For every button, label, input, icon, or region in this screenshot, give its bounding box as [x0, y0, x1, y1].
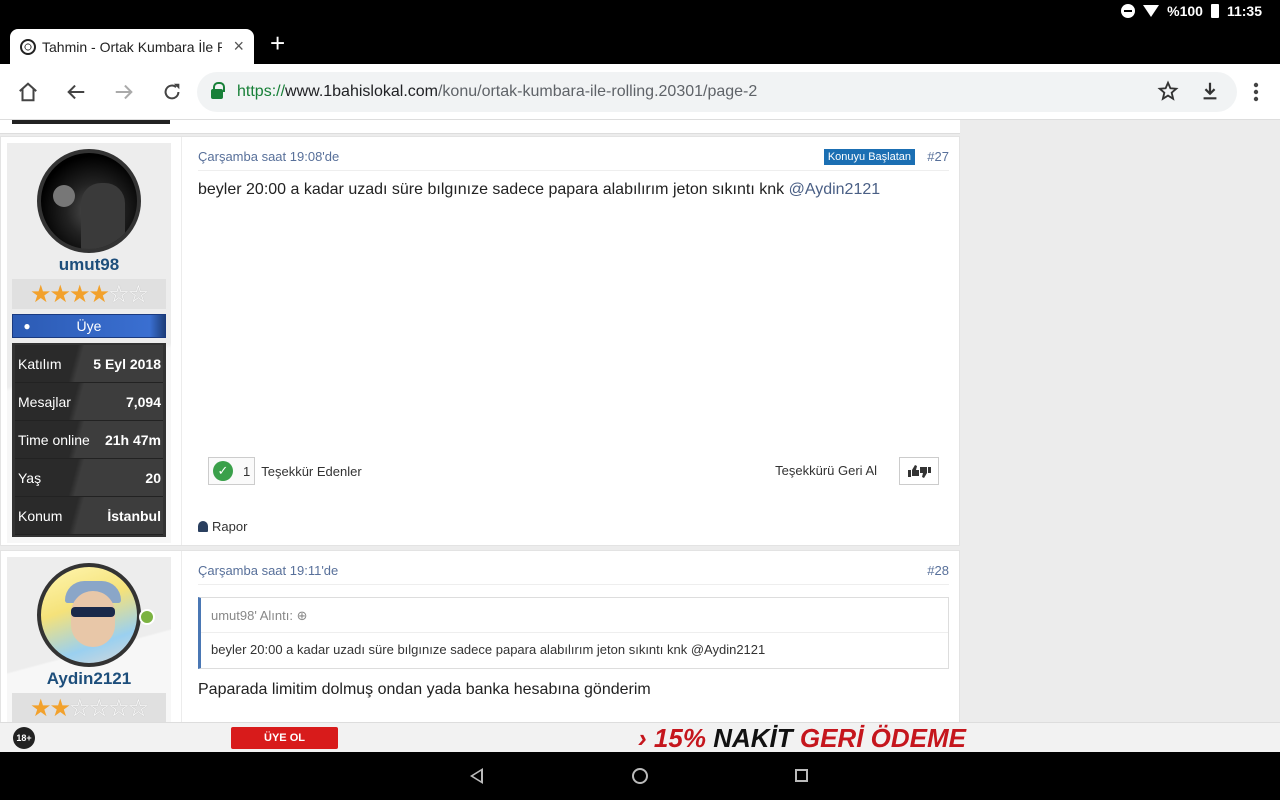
- user-stats: Katılım 5 Eyl 2018 Mesajlar 7,094 Time onl…: [12, 343, 166, 537]
- star-icon: ★★★★: [30, 280, 110, 308]
- close-tab-icon[interactable]: ×: [233, 36, 244, 57]
- post-message: Paparada limitim dolmuş ondan yada banka…: [198, 681, 651, 698]
- post-body: Çarşamba saat 19:11'de #28 umut98' Alınt…: [181, 551, 959, 722]
- thread-starter-badge: Konuyu Başlatan: [823, 149, 915, 165]
- browser-toolbar: https:// www.1bahislokal.com /konu/ortak…: [0, 64, 1280, 120]
- system-nav-bar: [0, 752, 1280, 800]
- more-vert-icon[interactable]: [1242, 78, 1270, 106]
- nav-recents-icon[interactable]: [795, 769, 808, 782]
- soccer-ball-icon: [20, 38, 36, 55]
- status-bar: %100 11:35: [0, 0, 1280, 24]
- forum-post: umut98 ★★★★ ☆☆ ● Üye Katılım 5 Eyl 2018 Me…: [0, 136, 960, 546]
- star-rating: ★★ ☆☆☆☆: [12, 693, 166, 722]
- nav-back-icon[interactable]: [470, 768, 483, 784]
- star-icon: ★★: [30, 694, 71, 722]
- tab-title: Tahmin - Ortak Kumbara İle Rolling: [42, 38, 222, 55]
- bookmark-star-icon[interactable]: [1157, 80, 1179, 108]
- signup-button[interactable]: ÜYE OL: [231, 727, 338, 749]
- age-restriction-badge: 18+: [13, 727, 35, 749]
- download-icon[interactable]: [1199, 80, 1221, 108]
- quote-block: umut98' Alıntı: ⊕ beyler 20:00 a kadar u…: [198, 597, 949, 669]
- user-mention[interactable]: @Aydin2121: [789, 181, 881, 198]
- promo-text[interactable]: › 15% NAKİT GERİ ÖDEME: [638, 723, 966, 754]
- star-empty-icon: ☆☆☆☆: [69, 694, 149, 722]
- quote-author[interactable]: umut98' Alıntı: ⊕: [211, 608, 308, 624]
- thumbs-up-down-icon[interactable]: [899, 457, 939, 485]
- nav-home-icon[interactable]: [632, 768, 648, 784]
- wifi-icon: [1143, 5, 1160, 17]
- back-arrow-icon[interactable]: [62, 78, 90, 106]
- post-number[interactable]: #27: [927, 149, 949, 164]
- undo-thanks-link[interactable]: Teşekkürü Geri Al: [775, 463, 877, 478]
- arrow-up-circle-icon: ⊕: [296, 608, 308, 623]
- battery-percent: %100: [1167, 3, 1203, 19]
- report-link[interactable]: Rapor: [198, 519, 247, 534]
- avatar[interactable]: [37, 563, 141, 667]
- stat-row: Mesajlar 7,094: [15, 383, 163, 421]
- post-meta: Çarşamba saat 19:11'de #28: [198, 563, 949, 585]
- previous-post-bottom: [0, 120, 960, 134]
- post-body: Çarşamba saat 19:08'de Konuyu Başlatan #…: [181, 137, 959, 545]
- home-icon[interactable]: [14, 78, 42, 106]
- online-status-icon: [139, 609, 155, 625]
- star-rating: ★★★★ ☆☆: [12, 279, 166, 309]
- username[interactable]: Aydin2121: [7, 669, 171, 689]
- user-info-pane: umut98 ★★★★ ☆☆ ● Üye Katılım 5 Eyl 2018 Me…: [7, 143, 171, 543]
- forum-page: umut98 ★★★★ ☆☆ ● Üye Katılım 5 Eyl 2018 Me…: [0, 120, 1280, 722]
- forum-post: Aydin2121 ★★ ☆☆☆☆ Çarşamba saat 19:11'de …: [0, 550, 960, 722]
- rank-label: Üye: [76, 318, 102, 334]
- url-scheme: https://: [237, 83, 286, 100]
- thanks-list-link[interactable]: Teşekkür Edenler: [261, 464, 361, 479]
- user-info-pane: Aydin2121 ★★ ☆☆☆☆: [7, 557, 171, 722]
- quote-text: beyler 20:00 a kadar uzadı süre bılgınız…: [211, 642, 766, 657]
- address-bar[interactable]: https:// www.1bahislokal.com /konu/ortak…: [197, 72, 1237, 112]
- thanks-section: ✓ 1 Teşekkür Edenler: [208, 457, 362, 485]
- do-not-disturb-icon: [1121, 4, 1136, 18]
- forward-arrow-icon[interactable]: [110, 78, 138, 106]
- clock: 11:35: [1226, 3, 1262, 19]
- checkmark-icon: ✓: [213, 461, 233, 481]
- reload-icon[interactable]: [158, 78, 186, 106]
- browser-tab[interactable]: Tahmin - Ortak Kumbara İle Rolling ×: [10, 29, 254, 64]
- post-number[interactable]: #28: [927, 563, 949, 578]
- url-host: www.1bahislokal.com: [285, 83, 438, 100]
- thanks-counter[interactable]: ✓ 1: [208, 457, 256, 485]
- new-tab-button[interactable]: +: [270, 28, 285, 59]
- lock-icon: [211, 82, 225, 99]
- post-date[interactable]: Çarşamba saat 19:08'de: [198, 149, 339, 164]
- post-date[interactable]: Çarşamba saat 19:11'de: [198, 563, 338, 578]
- battery-icon: [1210, 4, 1219, 18]
- avatar[interactable]: [37, 149, 141, 253]
- star-empty-icon: ☆☆: [108, 280, 149, 308]
- ad-banner[interactable]: 18+ ÜYE OL › 15% NAKİT GERİ ÖDEME: [0, 722, 1280, 754]
- tab-strip: Tahmin - Ortak Kumbara İle Rolling × +: [0, 24, 1280, 64]
- stat-row: Konum İstanbul: [15, 497, 163, 535]
- stat-row: Yaş 20: [15, 459, 163, 497]
- post-meta: Çarşamba saat 19:08'de Konuyu Başlatan #…: [198, 149, 949, 171]
- stat-row: Time online 21h 47m: [15, 421, 163, 459]
- stat-row: Katılım 5 Eyl 2018: [15, 345, 163, 383]
- bell-icon: [198, 521, 208, 532]
- user-icon: ●: [23, 319, 31, 333]
- user-rank-badge: ● Üye: [12, 314, 166, 338]
- url-path: /konu/ortak-kumbara-ile-rolling.20301/pa…: [437, 83, 758, 100]
- post-message: beyler 20:00 a kadar uzadı süre bılgınız…: [198, 181, 881, 198]
- username[interactable]: umut98: [7, 255, 171, 275]
